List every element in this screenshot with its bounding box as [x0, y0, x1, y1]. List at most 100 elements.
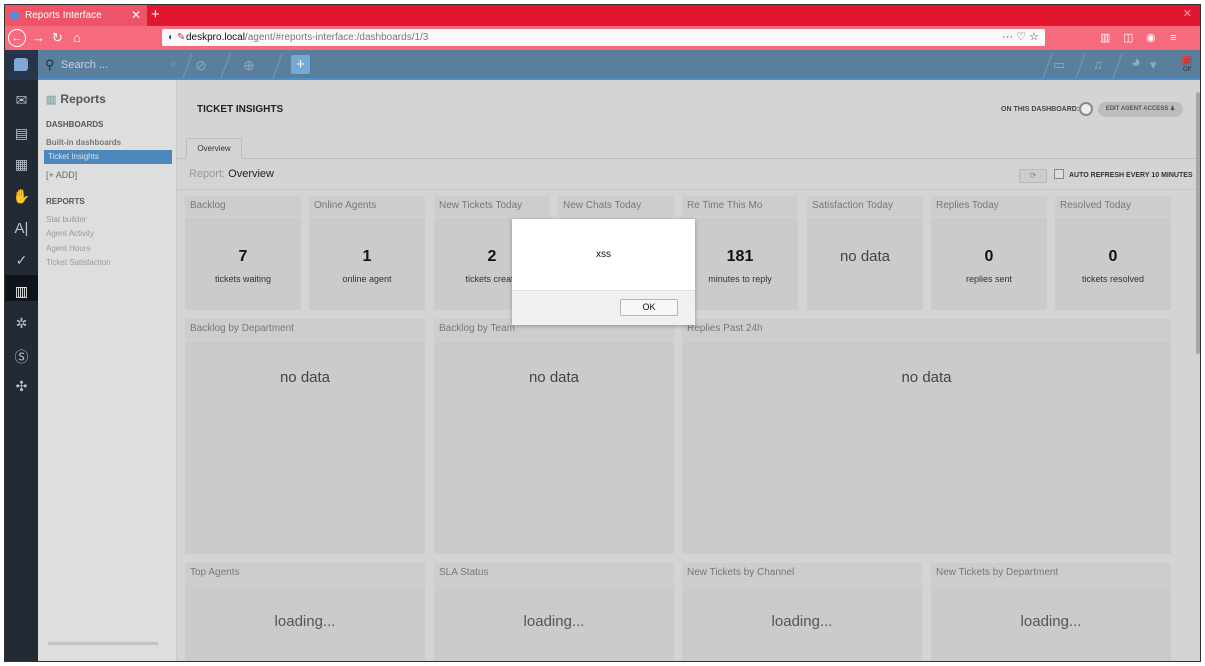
widget-body: loading...	[185, 585, 425, 661]
add-circle-icon[interactable]: ⊕	[243, 57, 255, 73]
main-scrollbar[interactable]	[1196, 92, 1200, 354]
reports-heading: REPORTS	[46, 197, 85, 206]
chart-widget: New Tickets by Department loading...	[931, 563, 1171, 661]
widget-title: New Chats Today	[558, 196, 674, 216]
stat-widget: Re Time This Mo 181 minutes to reply	[682, 196, 798, 310]
thumbs-up-icon[interactable]: ✋	[5, 188, 38, 205]
page-actions-icon[interactable]: ··· ♡ ☆	[1002, 29, 1039, 46]
new-button[interactable]: +	[291, 55, 310, 74]
chart-widget: Replies Past 24h no data	[682, 319, 1171, 554]
sidebar-scrollbar[interactable]	[48, 642, 158, 645]
forward-icon[interactable]: →	[32, 29, 45, 47]
edit-agent-access-button[interactable]: EDIT AGENT ACCESS ♟	[1098, 102, 1183, 117]
widget-title: SLA Status	[434, 563, 674, 583]
widget-body: loading...	[682, 585, 922, 661]
widget-body: loading...	[931, 585, 1171, 661]
tab-overview[interactable]: Overview	[186, 138, 242, 159]
chat-icon: ▣	[1181, 53, 1193, 67]
shield-icon[interactable]: ◐	[168, 29, 174, 46]
stat-value: 7	[238, 248, 248, 265]
widget-body: 181 minutes to reply	[682, 218, 798, 310]
tasks-icon[interactable]: ✓	[5, 252, 38, 269]
mail-icon[interactable]: ✉	[5, 92, 38, 109]
page-title: TICKET INSIGHTS	[197, 104, 284, 115]
widget-body: 1 online agent	[309, 218, 425, 310]
widget-title: New Tickets by Department	[931, 563, 1171, 583]
app-logo[interactable]	[5, 50, 38, 80]
search-icon: ⚲	[45, 57, 55, 72]
report-label: Report:	[189, 168, 226, 180]
stat-caption: minutes to reply	[708, 274, 772, 284]
tab-bar: Reports Interface ✕ + ✕	[5, 5, 1200, 26]
widget-status: loading...	[771, 613, 833, 630]
tab-divider	[177, 158, 1200, 159]
recent-icon[interactable]: ⊘	[195, 57, 207, 73]
on-dashboard-label: ON THIS DASHBOARD:	[1001, 106, 1080, 113]
insecure-lock-icon[interactable]: ✎	[177, 29, 185, 46]
builtin-dashboards-label: Built-in dashboards	[46, 138, 122, 147]
account-icon[interactable]: ◉	[1146, 29, 1156, 47]
help-icon[interactable]: ✣	[5, 378, 38, 395]
widget-status: loading...	[274, 613, 336, 630]
stat-value: 0	[984, 248, 994, 265]
alert-dialog: xss OK	[512, 219, 695, 325]
stat-widget: Satisfaction Today no data	[807, 196, 923, 310]
report-title: Report: Overview	[189, 168, 274, 180]
sidebar-toggle-icon[interactable]: ◫	[1123, 29, 1133, 47]
widget-title: Backlog	[185, 196, 301, 216]
stat-value: 181	[726, 248, 754, 265]
agent-avatar-icon[interactable]: ◕	[1131, 54, 1141, 72]
widget-title: Re Time This Mo	[682, 196, 798, 216]
bell-icon[interactable]: ♫	[1093, 57, 1103, 72]
reports-icon[interactable]: ▥	[5, 283, 38, 300]
divider	[220, 53, 231, 79]
url-host: deskpro.local	[186, 32, 245, 43]
widget-status: no data	[901, 369, 952, 386]
stat-caption: online agent	[342, 274, 392, 284]
new-tab-icon[interactable]: +	[151, 5, 160, 25]
stat-caption: tickets resolved	[1081, 274, 1145, 284]
sidebar-item-agent-activity[interactable]: Agent Activity	[46, 229, 94, 238]
window-close-icon[interactable]: ✕	[1183, 7, 1192, 20]
sidebar-item-ticket-satisfaction[interactable]: Ticket Satisfaction	[46, 258, 111, 267]
browser-tab[interactable]: Reports Interface ✕	[5, 5, 147, 26]
home-icon[interactable]: ⌂	[73, 29, 81, 47]
stat-caption: tickets waiting	[214, 274, 272, 284]
avatar[interactable]	[1079, 102, 1093, 116]
panel-icon[interactable]: ▭	[1053, 57, 1065, 73]
chat-status-toggle[interactable]: ▣ Off	[1178, 53, 1196, 77]
gear-icon[interactable]: ✲	[5, 315, 38, 332]
sidebar-item-stat-builder[interactable]: Stat builder	[46, 215, 86, 224]
chat-bubble-icon[interactable]: ▤	[5, 125, 38, 142]
dashboards-heading: DASHBOARDS	[46, 120, 104, 129]
sidebar-item-ticket-insights[interactable]: Ticket Insights	[44, 150, 172, 164]
widget-status: loading...	[1020, 613, 1082, 630]
sidebar-item-agent-hours[interactable]: Agent Hours	[46, 244, 90, 253]
billing-icon[interactable]: Ⓢ	[5, 347, 38, 367]
back-icon[interactable]: ←	[8, 29, 26, 47]
tab-close-icon[interactable]: ✕	[131, 5, 141, 26]
nav-bar: ← → ↻ ⌂ ◐ ✎ deskpro.local/agent/#reports…	[5, 26, 1200, 50]
library-icon[interactable]: ▥	[1100, 29, 1110, 47]
url-bar[interactable]: ◐ ✎ deskpro.local/agent/#reports-interfa…	[162, 29, 1045, 46]
ok-button[interactable]: OK	[620, 299, 678, 316]
widget-status: no data	[279, 369, 331, 386]
tab-title: Reports Interface	[25, 10, 102, 21]
widget-body: 0 replies sent	[931, 218, 1047, 310]
search-spinner-icon: ○	[169, 59, 176, 70]
reload-icon[interactable]: ↻	[52, 29, 63, 47]
chat-status-label: Off	[1183, 67, 1191, 73]
contacts-icon[interactable]: ▦	[5, 156, 38, 173]
search-input[interactable]: ⚲ Search ... ○	[41, 53, 179, 77]
widget-body: 7 tickets waiting	[185, 218, 301, 310]
chevron-down-icon[interactable]: ▾	[1150, 57, 1157, 73]
search-placeholder: Search ...	[61, 59, 109, 71]
add-dashboard-link[interactable]: [+ ADD]	[46, 170, 77, 180]
auto-refresh-checkbox[interactable]	[1054, 169, 1064, 179]
stat-value: 1	[362, 248, 372, 265]
refresh-button[interactable]: ⟳	[1019, 169, 1047, 183]
stat-value: no data	[839, 248, 891, 265]
stat-caption: replies sent	[965, 274, 1013, 284]
menu-icon[interactable]: ≡	[1170, 29, 1176, 47]
publish-icon[interactable]: A|	[5, 220, 38, 237]
